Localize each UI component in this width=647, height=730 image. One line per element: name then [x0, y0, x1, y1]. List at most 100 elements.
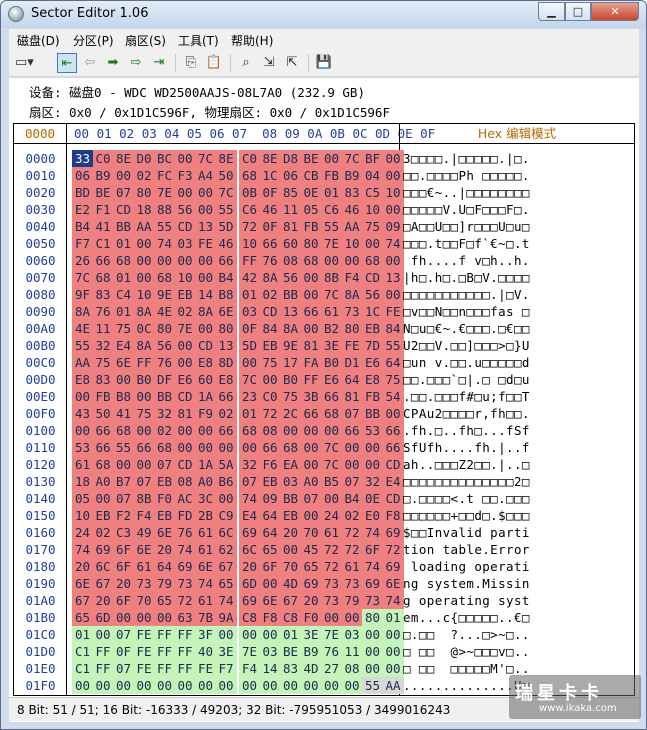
hex-byte[interactable]: 55 — [113, 439, 134, 456]
hex-byte[interactable]: 66 — [215, 422, 237, 439]
hex-byte[interactable]: 50 — [215, 167, 237, 184]
menu-partition[interactable]: 分区(P) — [73, 32, 114, 49]
hex-byte[interactable]: 00 — [259, 677, 281, 694]
ascii-text[interactable]: fh....f v□h..h. — [403, 252, 530, 269]
hex-byte[interactable]: 61 — [321, 524, 342, 541]
hex-byte[interactable]: 6E — [113, 354, 134, 371]
hex-byte[interactable]: B7 — [113, 473, 134, 490]
hex-byte[interactable]: F9 — [195, 405, 216, 422]
hex-byte[interactable]: A0 — [300, 473, 322, 490]
hex-byte[interactable]: FF — [92, 643, 114, 660]
ascii-text[interactable]: □v□□N□□n□□□fas □ — [403, 303, 530, 320]
first-sector-icon[interactable]: ⇤ — [57, 53, 77, 73]
hex-byte[interactable]: 00 — [195, 320, 216, 337]
hex-byte[interactable]: 00 — [92, 490, 114, 507]
hex-byte[interactable]: 00 — [321, 609, 342, 626]
hex-byte[interactable]: 20 — [239, 558, 260, 575]
hex-byte[interactable]: 09 — [382, 218, 404, 235]
hex-byte[interactable]: 67 — [72, 592, 93, 609]
hex-byte[interactable]: 00 — [133, 456, 155, 473]
hex-byte[interactable]: 8E — [215, 150, 237, 167]
ascii-text[interactable]: $□□Invalid parti — [403, 524, 530, 541]
hex-byte[interactable]: 68 — [113, 422, 134, 439]
hex-byte[interactable]: 02 — [133, 167, 155, 184]
hex-byte[interactable]: C3 — [113, 524, 134, 541]
hex-byte[interactable]: 61 — [321, 303, 342, 320]
hex-byte[interactable]: 3E — [300, 626, 322, 643]
hex-byte[interactable]: 07 — [113, 626, 134, 643]
hex-byte[interactable]: EB — [280, 507, 301, 524]
hex-byte[interactable]: 00 — [259, 371, 281, 388]
minimize-button[interactable]: ▁ — [538, 2, 565, 21]
ascii-text[interactable]: CPAu2□□□□r,fh□□. — [403, 405, 530, 422]
hex-byte[interactable]: 00 — [154, 252, 175, 269]
hex-byte[interactable]: 1A — [195, 456, 216, 473]
hex-byte[interactable]: 66 — [259, 235, 281, 252]
hex-byte[interactable]: 6E — [382, 575, 404, 592]
ascii-text[interactable]: U2□□V.□□]□□□>□}U — [403, 337, 530, 354]
hex-byte[interactable]: C0 — [259, 388, 281, 405]
hex-byte[interactable]: CD — [174, 388, 196, 405]
hex-byte[interactable]: 13 — [195, 218, 216, 235]
hex-byte[interactable]: C0 — [239, 150, 260, 167]
hex-byte[interactable]: 80 — [133, 184, 155, 201]
hex-byte[interactable]: 00 — [215, 677, 237, 694]
hex-byte[interactable]: 00 — [341, 439, 363, 456]
hex-byte[interactable]: 68 — [362, 252, 383, 269]
hex-byte[interactable]: E4 — [113, 337, 134, 354]
hex-byte[interactable]: EB — [154, 507, 175, 524]
hex-byte[interactable]: 74 — [195, 575, 216, 592]
hex-byte[interactable]: 32 — [154, 405, 175, 422]
hex-byte[interactable]: 80 — [215, 320, 237, 337]
hex-byte[interactable]: C1 — [92, 235, 114, 252]
hex-byte[interactable]: 40 — [195, 643, 216, 660]
hex-byte[interactable]: 68 — [154, 269, 175, 286]
ascii-text[interactable]: □□.□□□`□|.□ □d□u — [403, 371, 530, 388]
hex-byte[interactable]: F4 — [341, 269, 363, 286]
hex-byte[interactable]: 24 — [321, 507, 342, 524]
hex-byte[interactable]: 55 — [72, 337, 93, 354]
hex-byte[interactable]: 64 — [341, 371, 363, 388]
hex-byte[interactable]: 6F — [113, 558, 134, 575]
hex-byte[interactable]: 00 — [92, 626, 114, 643]
hex-byte[interactable]: 1C — [259, 167, 281, 184]
hex-byte[interactable]: 11 — [280, 201, 301, 218]
hex-byte[interactable]: 69 — [239, 592, 260, 609]
hex-byte[interactable]: 10 — [341, 235, 363, 252]
hex-byte[interactable]: 03 — [341, 626, 363, 643]
hex-byte[interactable]: AA — [341, 218, 363, 235]
hex-byte[interactable]: 8B — [321, 269, 342, 286]
hex-byte[interactable]: 00 — [72, 422, 93, 439]
hex-byte[interactable]: 54 — [382, 388, 404, 405]
hex-byte[interactable]: FF — [154, 643, 175, 660]
hex-byte[interactable]: 00 — [113, 609, 134, 626]
hex-byte[interactable]: 5D — [239, 337, 260, 354]
hex-byte[interactable]: 00 — [195, 269, 216, 286]
hex-byte[interactable]: 2B — [195, 507, 216, 524]
hex-byte[interactable]: 66 — [215, 388, 237, 405]
hex-byte[interactable]: E6 — [362, 354, 383, 371]
hex-byte[interactable]: 74 — [362, 558, 383, 575]
hex-byte[interactable]: 67 — [215, 558, 237, 575]
hex-byte[interactable]: 65 — [154, 592, 175, 609]
hex-byte[interactable]: 10 — [133, 286, 155, 303]
hex-byte[interactable]: 07 — [113, 490, 134, 507]
hex-byte[interactable]: F1 — [92, 201, 114, 218]
hex-byte[interactable]: 00 — [113, 456, 134, 473]
hex-byte[interactable]: 60 — [195, 371, 216, 388]
ascii-text[interactable]: □.□□ ?...□>~□.. — [403, 626, 530, 643]
hex-byte[interactable]: 0B — [239, 184, 260, 201]
hex-byte[interactable]: 66 — [300, 303, 322, 320]
hex-byte[interactable]: 9A — [215, 609, 237, 626]
hex-grid[interactable]: 0000 33 C0 8E D0 BC 00 7C 8E C0 8E D8 BE 00 7C BF 00 3□□□… — [13, 144, 635, 696]
hex-byte[interactable]: 6F — [113, 592, 134, 609]
hex-byte[interactable]: 1C — [362, 303, 383, 320]
hex-byte[interactable]: 7C — [72, 269, 93, 286]
hex-byte[interactable]: 73 — [321, 575, 342, 592]
hex-byte[interactable]: 76 — [154, 354, 175, 371]
hex-byte[interactable]: 8D — [215, 354, 237, 371]
hex-byte[interactable]: 0F — [259, 184, 281, 201]
hex-byte[interactable]: 64 — [259, 507, 281, 524]
hex-byte[interactable]: 8E — [113, 150, 134, 167]
hex-byte[interactable]: 13 — [280, 303, 301, 320]
